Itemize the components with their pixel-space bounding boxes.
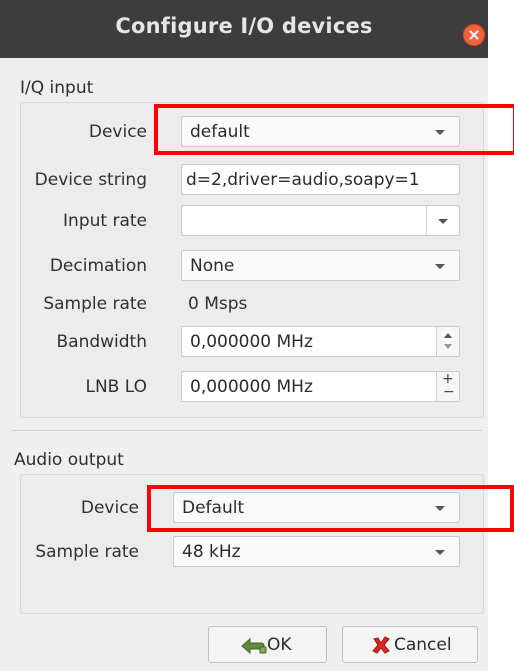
cancel-button[interactable]: Cancel (342, 626, 478, 663)
ok-label: OK (267, 635, 292, 655)
cancel-label: Cancel (394, 635, 452, 655)
highlight-audio-device (147, 485, 514, 532)
audio-sample-rate-combo[interactable]: 48 kHz (173, 536, 460, 567)
audio-output-section-title: Audio output (14, 450, 124, 470)
close-icon[interactable] (463, 24, 485, 46)
audio-sample-rate-label: Sample rate (35, 542, 139, 562)
configure-io-dialog: Configure I/O devices I/Q input Device d… (0, 0, 488, 671)
bandwidth-spinbox[interactable]: 0,000000 MHz (181, 326, 460, 357)
chevron-down-icon (438, 219, 448, 224)
highlight-iq-device (154, 104, 514, 155)
minus-icon: − (443, 384, 455, 400)
cancel-icon (372, 636, 390, 654)
arrow-down-icon (444, 344, 452, 349)
window-title: Configure I/O devices (115, 14, 373, 38)
device-string-input[interactable]: d=2,driver=audio,soapy=1 (181, 164, 460, 195)
decimation-value: None (190, 256, 235, 276)
device-string-label: Device string (34, 170, 147, 190)
decimation-label: Decimation (49, 256, 147, 276)
bandwidth-stepper[interactable] (436, 327, 459, 356)
chevron-down-icon (435, 550, 445, 555)
audio-sample-rate-value: 48 kHz (182, 542, 241, 562)
iq-sample-rate-value: 0 Msps (188, 294, 248, 314)
input-rate-combo[interactable] (181, 205, 460, 236)
decimation-combo[interactable]: None (181, 250, 460, 281)
bandwidth-value: 0,000000 MHz (190, 332, 313, 352)
title-bar: Configure I/O devices (0, 0, 488, 58)
ok-button[interactable]: OK (208, 626, 327, 663)
lnb-lo-label: LNB LO (85, 377, 147, 397)
ok-icon (241, 637, 267, 655)
lnb-lo-value: 0,000000 MHz (190, 377, 313, 397)
input-rate-dropdown-button[interactable] (426, 206, 459, 235)
iq-sample-rate-label: Sample rate (43, 294, 147, 314)
device-string-value: d=2,driver=audio,soapy=1 (186, 170, 420, 190)
lnb-lo-stepper[interactable]: + − (436, 372, 459, 401)
bandwidth-label: Bandwidth (56, 332, 147, 352)
section-divider (12, 430, 482, 431)
audio-device-label: Device (80, 498, 139, 518)
iq-input-section-title: I/Q input (20, 78, 94, 98)
arrow-up-icon (444, 333, 452, 338)
chevron-down-icon (435, 264, 445, 269)
iq-device-label: Device (88, 122, 147, 142)
input-rate-label: Input rate (63, 211, 147, 231)
lnb-lo-spinbox[interactable]: 0,000000 MHz + − (181, 371, 460, 402)
